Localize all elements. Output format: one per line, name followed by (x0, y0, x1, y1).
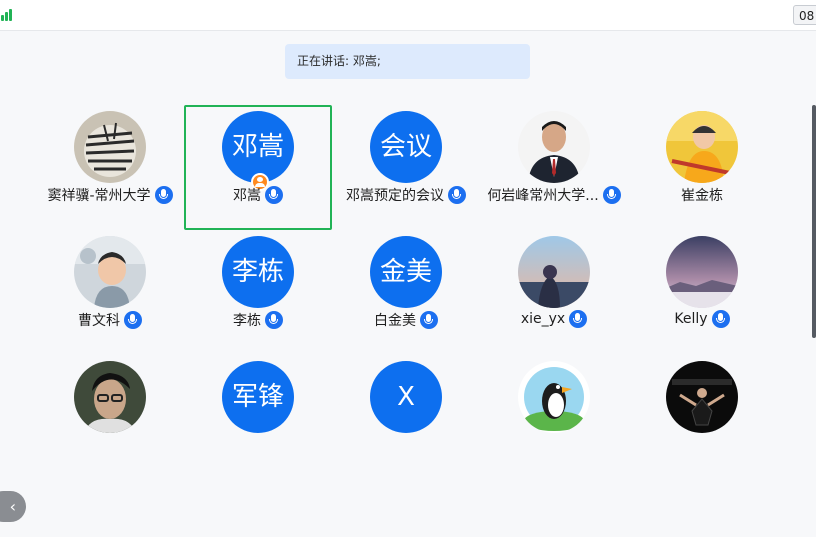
participant-avatar (518, 111, 590, 183)
participant-tile[interactable]: 李栋 李栋 (184, 230, 332, 355)
participant-name: 何岩峰常州大学... (487, 188, 599, 204)
participant-name-row (480, 435, 628, 455)
participant-name: 窦祥骥-常州大学 (47, 188, 151, 204)
participant-avatar (666, 236, 738, 308)
participant-tile[interactable]: Kelly (628, 230, 776, 355)
microphone-icon[interactable] (448, 186, 466, 204)
participant-name: 邓嵩 (233, 188, 261, 204)
participant-tile[interactable]: 窦祥骥-常州大学 (36, 105, 184, 230)
participant-avatar (666, 361, 738, 433)
vertical-scrollbar[interactable] (812, 105, 816, 338)
top-bar: 08 (0, 0, 816, 31)
participant-avatar (518, 361, 590, 433)
participant-name: 李栋 (233, 313, 261, 329)
participant-avatar: 会议 (370, 111, 442, 183)
meeting-time-chip: 08 (793, 5, 816, 25)
participant-tile[interactable]: 何岩峰常州大学... (480, 105, 628, 230)
participant-name-row (628, 435, 776, 455)
participant-name-row (36, 435, 184, 455)
participant-name-row: 曹文科 (36, 310, 184, 330)
participant-name: 曹文科 (78, 313, 120, 329)
participant-name-row: xie_yx (480, 310, 628, 330)
participant-name: xie_yx (520, 311, 566, 327)
participant-tile[interactable]: xie_yx (480, 230, 628, 355)
participant-tile[interactable]: 崔金栋 (628, 105, 776, 230)
microphone-icon[interactable] (265, 186, 283, 204)
participant-tile[interactable] (480, 355, 628, 480)
participant-avatar (74, 236, 146, 308)
participant-name-row: 窦祥骥-常州大学 (36, 185, 184, 205)
participant-avatar: 李栋 (222, 236, 294, 308)
microphone-icon[interactable] (602, 186, 621, 204)
participant-tile[interactable]: 会议 邓嵩预定的会议 (332, 105, 480, 230)
participant-avatar: X (370, 361, 442, 433)
microphone-icon[interactable] (124, 311, 142, 329)
participant-tile[interactable]: X (332, 355, 480, 480)
microphone-icon[interactable] (265, 311, 283, 329)
network-signal-icon[interactable] (1, 8, 13, 21)
previous-page-button[interactable]: ‹ (0, 491, 26, 522)
participant-avatar (74, 111, 146, 183)
participant-name-row (332, 435, 480, 455)
participant-name-row: 何岩峰常州大学... (480, 185, 628, 205)
participant-tile[interactable]: 军锋 (184, 355, 332, 480)
participant-name: 崔金栋 (681, 188, 723, 204)
participant-avatar: 金美 (370, 236, 442, 308)
participant-tile[interactable] (36, 355, 184, 480)
microphone-icon[interactable] (154, 186, 173, 204)
microphone-icon[interactable] (420, 311, 438, 329)
participant-name-row: 邓嵩预定的会议 (332, 185, 480, 205)
participant-avatar (518, 236, 590, 308)
participant-name-row: 李栋 (184, 310, 332, 330)
microphone-icon[interactable] (711, 310, 730, 328)
participant-tile[interactable]: 曹文科 (36, 230, 184, 355)
participant-name-row: 崔金栋 (628, 185, 776, 205)
participant-tile[interactable] (628, 355, 776, 480)
participant-name-row: 邓嵩 (186, 185, 330, 205)
participant-tile[interactable]: 金美 白金美 (332, 230, 480, 355)
participant-name-row: 白金美 (332, 310, 480, 330)
participant-tile-active-speaker[interactable]: 邓嵩 邓嵩 (184, 105, 332, 230)
speaking-banner: 正在讲话: 邓嵩; (285, 44, 530, 79)
meeting-gallery-view: 08 正在讲话: 邓嵩; 窦祥骥-常州大学 邓嵩 邓嵩 会议 邓嵩预定的会议 何… (0, 0, 816, 537)
participant-name: Kelly (674, 311, 708, 327)
participant-name-row: Kelly (628, 310, 776, 330)
participant-avatar: 军锋 (222, 361, 294, 433)
microphone-icon[interactable] (569, 310, 588, 328)
participant-name-row (184, 435, 332, 455)
participant-avatar (666, 111, 738, 183)
participant-avatar (74, 361, 146, 433)
participant-name: 白金美 (374, 313, 416, 329)
participant-name: 邓嵩预定的会议 (346, 188, 444, 204)
